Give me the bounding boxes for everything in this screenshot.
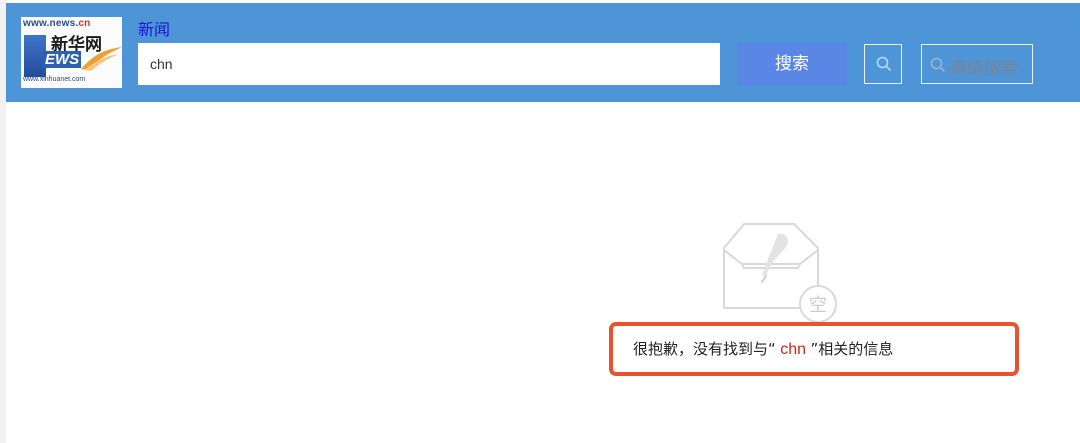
search-icon-button[interactable] — [864, 44, 902, 84]
xinhua-logo[interactable]: www.news.cn 新华网 EWS www.xinhuanet.com — [21, 17, 122, 88]
search-icon — [930, 57, 945, 72]
search-input[interactable] — [138, 43, 720, 85]
message-keyword: chn — [775, 341, 811, 358]
logo-domain-bottom: www.xinhuanet.com — [23, 76, 86, 83]
logo-domain-top: www.news.cn — [23, 18, 91, 29]
header-bar: www.news.cn 新华网 EWS www.xinhuanet.com 新闻… — [6, 3, 1080, 102]
logo-swoosh-icon — [81, 47, 122, 71]
search-results-page: www.news.cn 新华网 EWS www.xinhuanet.com 新闻… — [0, 0, 1080, 443]
advanced-search-button[interactable]: 高级搜索 — [921, 44, 1033, 84]
advanced-search-label: 高级搜索 — [950, 59, 1018, 79]
logo-letters: EWS — [43, 51, 82, 68]
empty-message-highlight: 很抱歉，没有找到与“ chn ”相关的信息 — [609, 322, 1019, 376]
empty-char: 空 — [809, 295, 827, 316]
search-button[interactable]: 搜索 — [737, 43, 847, 85]
message-prefix: 很抱歉，没有找到与“ — [633, 340, 776, 358]
empty-message: 很抱歉，没有找到与“ chn ”相关的信息 — [633, 338, 893, 359]
search-icon — [876, 56, 891, 71]
empty-inbox-icon: 空 — [723, 223, 837, 323]
tab-news[interactable]: 新闻 — [138, 16, 170, 40]
message-suffix: ”相关的信息 — [810, 340, 894, 358]
